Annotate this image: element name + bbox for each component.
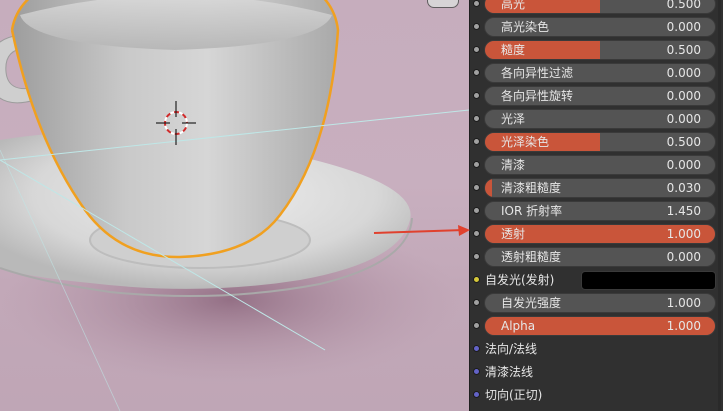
property-slider[interactable]: 光泽 0.000 — [484, 109, 716, 129]
slider-value: 0.000 — [666, 89, 701, 103]
slider-value: 0.500 — [666, 0, 701, 11]
input-socket-icon[interactable] — [473, 92, 480, 99]
slider-fill — [485, 179, 492, 197]
input-socket-icon[interactable] — [473, 368, 480, 375]
property-slider[interactable]: Alpha 1.000 — [484, 316, 716, 336]
emission-row: 自发光(发射) — [470, 269, 723, 292]
principled-bsdf-properties-panel: 高光 0.500 高光染色 0.000 糙度 0.500 各向异性过滤 0.000 各向异性旋转… — [469, 0, 723, 411]
viewport-scene — [0, 0, 469, 411]
property-row: 清漆粗糙度 0.030 — [470, 177, 723, 200]
slider-label: 透射粗糙度 — [501, 250, 562, 264]
slider-value: 1.450 — [666, 204, 701, 218]
slider-label: 清漆 — [501, 158, 526, 172]
property-slider[interactable]: IOR 折射率 1.450 — [484, 201, 716, 221]
emission-label: 自发光(发射) — [485, 273, 555, 287]
property-slider[interactable]: 清漆粗糙度 0.030 — [484, 178, 716, 198]
property-row: 自发光强度 1.000 — [470, 292, 723, 315]
slider-value: 0.000 — [666, 66, 701, 80]
vector-input-label: 清漆法线 — [485, 365, 534, 379]
panel-scrollbar[interactable] — [718, 0, 721, 411]
property-row: 清漆 0.000 — [470, 154, 723, 177]
slider-label: 高光 — [501, 0, 526, 11]
input-socket-icon[interactable] — [473, 276, 480, 283]
property-slider[interactable]: 高光染色 0.000 — [484, 17, 716, 37]
input-socket-icon[interactable] — [473, 115, 480, 122]
slider-label: 高光染色 — [501, 20, 550, 34]
input-socket-icon[interactable] — [473, 391, 480, 398]
property-slider[interactable]: 光泽染色 0.500 — [484, 132, 716, 152]
vector-input-label: 切向(正切) — [485, 388, 543, 402]
input-socket-icon[interactable] — [473, 23, 480, 30]
input-socket-icon[interactable] — [473, 322, 480, 329]
property-slider[interactable]: 透射粗糙度 0.000 — [484, 247, 716, 267]
slider-value: 0.000 — [666, 112, 701, 126]
property-row: 透射粗糙度 0.000 — [470, 246, 723, 269]
slider-value: 0.000 — [666, 20, 701, 34]
property-slider[interactable]: 清漆 0.000 — [484, 155, 716, 175]
slider-value: 0.000 — [666, 158, 701, 172]
input-socket-icon[interactable] — [473, 46, 480, 53]
slider-value: 1.000 — [666, 319, 701, 333]
slider-value: 0.500 — [666, 135, 701, 149]
slider-label: Alpha — [501, 319, 536, 333]
property-row: 光泽 0.000 — [470, 108, 723, 131]
vector-input-row: 清漆法线 — [470, 361, 723, 384]
slider-label: 清漆粗糙度 — [501, 181, 562, 195]
slider-value: 1.000 — [666, 227, 701, 241]
property-row: 透射 1.000 — [470, 223, 723, 246]
input-socket-icon[interactable] — [473, 207, 480, 214]
slider-label: 各向异性旋转 — [501, 89, 574, 103]
slider-value: 1.000 — [666, 296, 701, 310]
input-socket-icon[interactable] — [473, 161, 480, 168]
slider-label: 光泽 — [501, 112, 526, 126]
slider-value: 0.030 — [666, 181, 701, 195]
property-slider[interactable]: 透射 1.000 — [484, 224, 716, 244]
input-socket-icon[interactable] — [473, 345, 480, 352]
property-slider[interactable]: 糙度 0.500 — [484, 40, 716, 60]
emission-color-swatch[interactable] — [581, 271, 716, 290]
slider-label: 糙度 — [501, 43, 526, 57]
property-row: 各向异性过滤 0.000 — [470, 62, 723, 85]
slider-label: 透射 — [501, 227, 526, 241]
3d-viewport[interactable] — [0, 0, 469, 411]
input-socket-icon[interactable] — [473, 138, 480, 145]
input-socket-icon[interactable] — [473, 0, 480, 7]
vector-input-row: 法向/法线 — [470, 338, 723, 361]
slider-value: 0.000 — [666, 250, 701, 264]
vector-input-label: 法向/法线 — [485, 342, 538, 356]
slider-label: 自发光强度 — [501, 296, 562, 310]
vector-input-row: 切向(正切) — [470, 384, 723, 407]
property-slider[interactable]: 各向异性过滤 0.000 — [484, 63, 716, 83]
slider-label: 各向异性过滤 — [501, 66, 574, 80]
property-row: 高光染色 0.000 — [470, 16, 723, 39]
property-row: Alpha 1.000 — [470, 315, 723, 338]
slider-value: 0.500 — [666, 43, 701, 57]
slider-label: 光泽染色 — [501, 135, 550, 149]
property-row: IOR 折射率 1.450 — [470, 200, 723, 223]
input-socket-icon[interactable] — [473, 299, 480, 306]
property-slider[interactable]: 各向异性旋转 0.000 — [484, 86, 716, 106]
property-row: 高光 0.500 — [470, 0, 723, 16]
input-socket-icon[interactable] — [473, 69, 480, 76]
property-slider[interactable]: 高光 0.500 — [484, 0, 716, 14]
property-row: 糙度 0.500 — [470, 39, 723, 62]
viewport-gizmo-button[interactable] — [427, 0, 459, 8]
input-socket-icon[interactable] — [473, 230, 480, 237]
slider-label: IOR 折射率 — [501, 204, 563, 218]
property-row: 光泽染色 0.500 — [470, 131, 723, 154]
property-row: 各向异性旋转 0.000 — [470, 85, 723, 108]
input-socket-icon[interactable] — [473, 184, 480, 191]
property-slider[interactable]: 自发光强度 1.000 — [484, 293, 716, 313]
input-socket-icon[interactable] — [473, 253, 480, 260]
